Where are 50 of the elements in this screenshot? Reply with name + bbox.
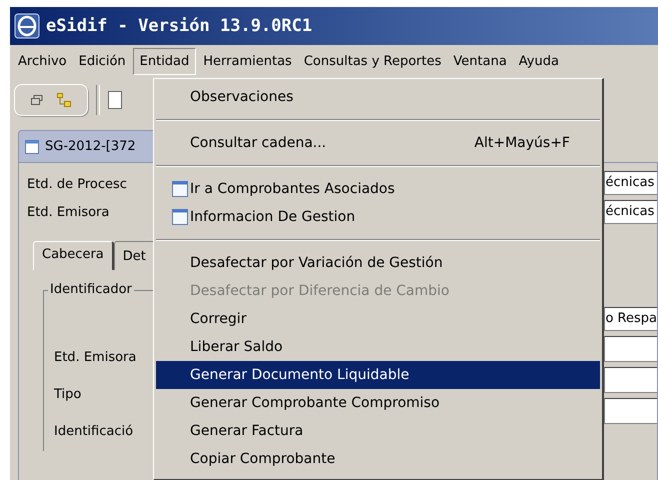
menu-item-label: Generar Factura	[189, 423, 304, 439]
input-field[interactable]	[604, 336, 657, 362]
input-field[interactable]	[604, 367, 657, 393]
window-icon	[172, 181, 188, 197]
menu-item[interactable]: Corregir	[156, 305, 600, 333]
menu-bar-item[interactable]: Ayuda	[514, 48, 564, 75]
form-tab[interactable]: Det	[114, 241, 155, 270]
menu-bar-item[interactable]: Archivo	[13, 48, 72, 75]
menu-item[interactable]: Desafectar por Variación de Gestión	[156, 249, 600, 277]
page-icon[interactable]	[108, 91, 122, 109]
menu-item[interactable]: Liberar Saldo	[156, 333, 600, 361]
window-icon	[25, 140, 39, 154]
field-label: Etd. Emisora	[54, 349, 136, 367]
menu-item-label: Observaciones	[189, 89, 294, 105]
restore-window-icon[interactable]	[31, 95, 43, 105]
input-field[interactable]: écnicas	[604, 171, 657, 195]
menu-item[interactable]: Generar Comprobante Compromiso	[156, 389, 600, 417]
menu-item[interactable]: Generar Factura	[156, 417, 600, 445]
menu-bar-item[interactable]: Consultas y Reportes	[298, 48, 446, 75]
window-icon	[172, 209, 188, 225]
menu-item-label: Generar Documento Liquidable	[189, 367, 410, 383]
menu-item-label: Desafectar por Diferencia de Cambio	[189, 283, 450, 299]
menu-item[interactable]: Ir a Comprobantes Asociados	[156, 175, 600, 203]
menu-item[interactable]: Copiar Comprobante	[156, 445, 600, 473]
menu-bar-item[interactable]: Herramientas	[198, 48, 297, 75]
menu-item-label: Copiar Comprobante	[189, 451, 336, 467]
field-label: Etd. Emisora	[27, 204, 110, 222]
menu-item[interactable]: Generar Documento Liquidable	[156, 361, 600, 389]
input-field[interactable]	[604, 398, 657, 424]
input-field[interactable]: o Respa	[604, 307, 657, 331]
menu-item[interactable]: Observaciones	[156, 83, 600, 111]
menu-item-label: Ir a Comprobantes Asociados	[189, 181, 396, 197]
menu-bar-item[interactable]: Edición	[74, 48, 131, 75]
field-label: Tipo	[54, 386, 82, 404]
window-title: eSidif - Versión 13.9.0RC1	[46, 16, 312, 36]
menu-bar-item[interactable]: Ventana	[448, 48, 512, 75]
app-logo-icon	[14, 13, 40, 39]
menu-item-label: Corregir	[189, 311, 248, 327]
menu-item-label: Desafectar por Variación de Gestión	[189, 255, 444, 271]
field-label: Identificació	[54, 423, 134, 441]
menu-item-label: Informacion De Gestion	[189, 209, 356, 225]
field-label: Etd. de Procesc	[27, 176, 127, 194]
menu-item[interactable]: Informacion De Gestion	[156, 203, 600, 231]
menu-item-label: Consultar cadena...	[189, 135, 328, 151]
menu-item-label: Generar Comprobante Compromiso	[189, 395, 441, 411]
input-field[interactable]: écnicas	[604, 200, 657, 224]
form-tab[interactable]: Cabecera	[33, 241, 114, 270]
menu-bar-item[interactable]: Entidad	[132, 48, 196, 75]
menu-item-label: Liberar Saldo	[189, 339, 284, 355]
shortcut-label: Alt+Mayús+F	[474, 135, 570, 151]
